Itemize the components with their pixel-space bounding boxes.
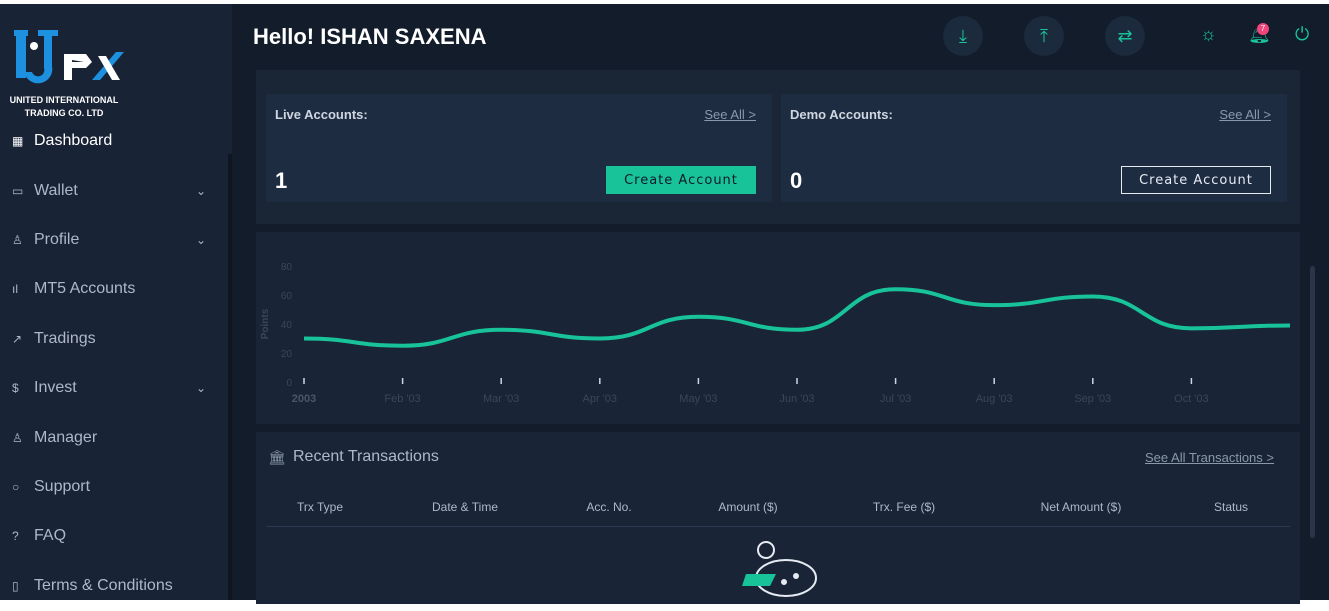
see-all-transactions-link[interactable]: See All Transactions > — [1145, 450, 1274, 465]
sidebar-item-mt5-accounts[interactable]: ılMT5 Accounts — [0, 265, 228, 314]
sidebar-scrollbar[interactable] — [228, 154, 232, 600]
theme-toggle-icon[interactable]: ☼ — [1200, 24, 1217, 45]
bank-icon: 🏛︎ — [268, 449, 286, 466]
sidebar-item-dashboard[interactable]: ▦Dashboard — [0, 129, 228, 153]
chevron-down-icon: ⌄ — [196, 233, 206, 247]
sidebar-item-faq[interactable]: ?FAQ — [0, 512, 228, 561]
sidebar-item-label: Support — [34, 478, 90, 496]
sidebar-item-terms-conditions[interactable]: ▯Terms & Conditions — [0, 561, 228, 610]
transfer-icon: ⇄ — [1117, 26, 1132, 47]
upload-icon: ⤒ — [1040, 26, 1048, 47]
column-header: Date & Time — [432, 500, 498, 514]
demo-accounts-card: Demo Accounts: See All > 0 Create Accoun… — [781, 94, 1287, 202]
x-tick-label: May '03 — [679, 393, 717, 405]
transactions-title: Recent Transactions — [293, 448, 439, 466]
x-tick-label: Jun '03 — [779, 393, 814, 405]
create-live-account-button[interactable]: Create Account — [606, 166, 756, 194]
sidebar-item-label: Dashboard — [34, 132, 112, 150]
sidebar-item-label: FAQ — [34, 527, 66, 545]
demo-see-all-link[interactable]: See All > — [1219, 107, 1271, 122]
company-line: UNITED INTERNATIONAL — [0, 94, 128, 107]
sidebar-item-label: Manager — [34, 429, 97, 447]
header-divider — [266, 526, 1290, 527]
column-header: Status — [1214, 500, 1248, 514]
sidebar-nav: ▦Dashboard▭Wallet⌄♙Profile⌄ılMT5 Account… — [0, 129, 228, 611]
column-header: Trx Type — [297, 500, 343, 514]
live-accounts-label: Live Accounts: — [275, 107, 368, 122]
withdraw-button[interactable]: ⤒ — [1024, 16, 1064, 56]
y-tick-label: 20 — [281, 349, 293, 360]
chevron-down-icon: ⌄ — [196, 381, 206, 395]
sidebar-item-support[interactable]: ○Support — [0, 462, 228, 511]
users-icon: ♙ — [12, 431, 34, 445]
live-see-all-link[interactable]: See All > — [704, 107, 756, 122]
deposit-button[interactable]: ⤓ — [943, 16, 983, 56]
column-header: Trx. Fee ($) — [873, 500, 935, 514]
x-tick-label: Mar '03 — [483, 393, 519, 405]
help-icon: ? — [12, 529, 34, 543]
x-tick-label: Apr '03 — [583, 393, 618, 405]
points-chart: 0 20 40 60 80 Points 2003 Feb '03 Mar '03 Apr '03… — [256, 232, 1300, 424]
create-demo-account-button[interactable]: Create Account — [1121, 166, 1271, 194]
sidebar-item-label: Profile — [34, 231, 79, 249]
dollar-icon: $ — [12, 381, 34, 395]
x-tick-label: 2003 — [292, 393, 316, 405]
demo-accounts-label: Demo Accounts: — [790, 107, 893, 122]
recent-transactions-panel: 🏛︎ Recent Transactions See All Transacti… — [256, 432, 1300, 604]
signal-icon: ıl — [12, 282, 34, 296]
y-tick-label: 80 — [281, 262, 293, 273]
main-scrollbar[interactable] — [1310, 266, 1315, 538]
user-icon: ♙ — [12, 233, 34, 247]
empty-state-illustration — [726, 538, 830, 608]
sidebar: UNITED INTERNATIONALTRADING CO. LTD ▦Das… — [0, 4, 232, 600]
sidebar-item-profile[interactable]: ♙Profile ⌄ — [0, 215, 228, 264]
grid-icon: ▦ — [12, 134, 34, 148]
column-header: Acc. No. — [586, 500, 631, 514]
y-tick-label: 60 — [281, 291, 293, 302]
sidebar-item-label: Terms & Conditions — [34, 577, 173, 595]
series-line-points — [304, 289, 1290, 346]
x-tick-label: Aug '03 — [976, 393, 1013, 405]
document-icon: ▯ — [12, 579, 34, 593]
live-accounts-count: 1 — [275, 168, 287, 194]
chat-icon: ○ — [12, 480, 34, 494]
sidebar-item-label: Wallet — [34, 182, 78, 200]
app: UNITED INTERNATIONALTRADING CO. LTD ▦Das… — [0, 4, 1329, 600]
x-tick-label: Oct '03 — [1174, 393, 1209, 405]
power-icon[interactable]: ⏻ — [1295, 24, 1309, 45]
y-tick-label: 0 — [286, 378, 292, 389]
company-line: TRADING CO. LTD — [0, 107, 128, 120]
column-header: Net Amount ($) — [1041, 500, 1122, 514]
sidebar-item-manager[interactable]: ♙Manager — [0, 413, 228, 462]
chevron-down-icon: ⌄ — [196, 184, 206, 198]
chart-svg: 0 20 40 60 80 Points 2003 Feb '03 Mar '03 Apr '03… — [256, 232, 1300, 424]
sidebar-item-invest[interactable]: $Invest ⌄ — [0, 364, 228, 413]
notification-badge: 7 — [1257, 23, 1269, 35]
transfer-button[interactable]: ⇄ — [1105, 16, 1145, 56]
x-tick-label: Feb '03 — [384, 393, 420, 405]
y-tick-label: 40 — [281, 320, 293, 331]
demo-accounts-count: 0 — [790, 168, 802, 194]
sidebar-item-wallet[interactable]: ▭Wallet ⌄ — [0, 166, 228, 215]
column-header: Amount ($) — [718, 500, 777, 514]
sidebar-item-label: Invest — [34, 379, 77, 397]
x-tick-label: Sep '03 — [1074, 393, 1111, 405]
greeting: Hello! ISHAN SAXENA — [253, 24, 486, 50]
live-accounts-card: Live Accounts: See All > 1 Create Accoun… — [266, 94, 772, 202]
x-tick-label: Jul '03 — [880, 393, 911, 405]
sidebar-item-label: Tradings — [34, 330, 96, 348]
trend-icon: ↗ — [12, 332, 34, 346]
download-icon: ⤓ — [959, 26, 967, 47]
sidebar-item-tradings[interactable]: ↗Tradings — [0, 314, 228, 363]
y-axis-label: Points — [260, 308, 271, 339]
briefcase-icon: ▭ — [12, 184, 34, 198]
logo — [14, 30, 124, 86]
sidebar-item-label: MT5 Accounts — [34, 280, 135, 298]
header: Hello! ISHAN SAXENA — [232, 4, 1329, 66]
company-name: UNITED INTERNATIONALTRADING CO. LTD — [0, 94, 128, 120]
